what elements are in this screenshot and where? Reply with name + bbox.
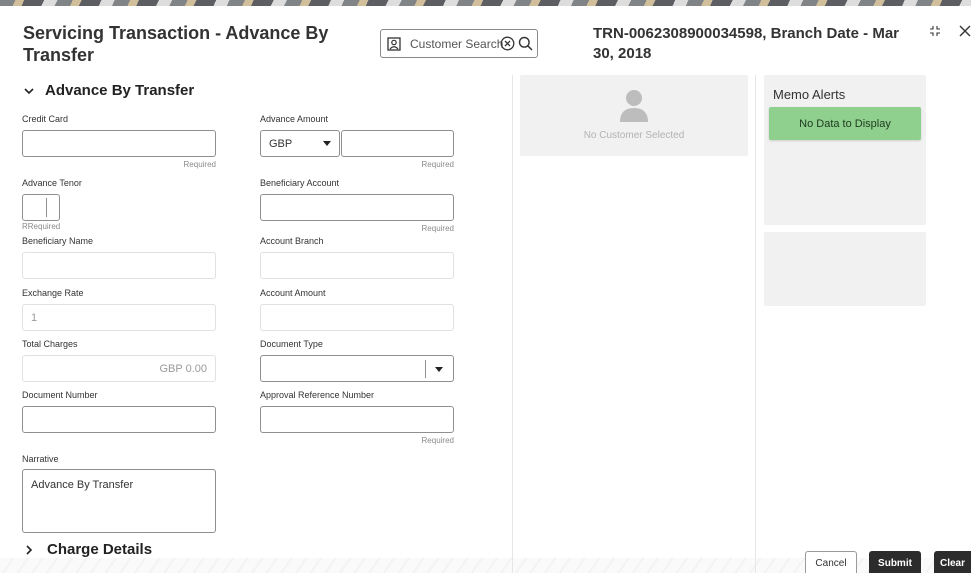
credit-card-label: Credit Card bbox=[22, 114, 69, 124]
approval-reference-number-label: Approval Reference Number bbox=[260, 390, 375, 400]
clear-circle-icon[interactable] bbox=[500, 36, 515, 51]
advance-tenor-input[interactable] bbox=[22, 194, 60, 221]
credit-card-required: Required bbox=[183, 160, 216, 169]
account-branch-label: Account Branch bbox=[260, 236, 324, 246]
document-type-select[interactable] bbox=[260, 355, 454, 382]
currency-value: GBP bbox=[269, 137, 293, 150]
account-branch-input bbox=[260, 252, 454, 279]
chevron-right-icon bbox=[26, 544, 33, 555]
document-type-label: Document Type bbox=[260, 339, 323, 349]
transaction-reference: TRN-0062308900034598, Branch Date - Mar … bbox=[593, 25, 899, 62]
servicing-transaction-screen: Servicing Transaction - Advance By Trans… bbox=[0, 0, 971, 573]
submit-button[interactable]: Submit bbox=[869, 551, 921, 573]
minimize-icon[interactable] bbox=[928, 24, 942, 38]
tenor-divider bbox=[46, 198, 47, 217]
panel-divider bbox=[512, 75, 513, 573]
beneficiary-account-input[interactable] bbox=[260, 194, 454, 221]
chevron-down-icon bbox=[24, 87, 34, 94]
customer-search-input[interactable]: Customer Search bbox=[380, 29, 538, 58]
currency-select[interactable]: GBP bbox=[260, 130, 340, 157]
customer-avatar-icon bbox=[620, 90, 648, 122]
approval-reference-number-input[interactable] bbox=[260, 406, 454, 433]
cancel-button[interactable]: Cancel bbox=[805, 551, 857, 573]
no-customer-text: No Customer Selected bbox=[583, 130, 685, 141]
panel-divider bbox=[755, 75, 756, 573]
dropdown-caret-icon bbox=[323, 141, 331, 146]
advance-amount-label: Advance Amount bbox=[260, 114, 329, 124]
beneficiary-account-label: Beneficiary Account bbox=[260, 178, 340, 188]
secondary-info-panel bbox=[764, 232, 926, 306]
close-icon[interactable] bbox=[958, 24, 971, 38]
beneficiary-name-input bbox=[22, 252, 216, 279]
account-amount-input bbox=[260, 304, 454, 331]
exchange-rate-input: 1 bbox=[22, 304, 216, 331]
section-header-charge-details[interactable]: Charge Details bbox=[23, 541, 152, 558]
page-title: Servicing Transaction - Advance By Trans… bbox=[23, 23, 329, 65]
total-charges-label: Total Charges bbox=[22, 339, 78, 349]
customer-search-placeholder: Customer Search bbox=[410, 36, 504, 51]
account-amount-label: Account Amount bbox=[260, 288, 326, 298]
beneficiary-account-required: Required bbox=[421, 224, 454, 233]
narrative-label: Narrative bbox=[22, 454, 59, 464]
approval-reference-number-required: Required bbox=[421, 436, 454, 445]
dropdown-caret-icon bbox=[435, 367, 443, 372]
narrative-textarea[interactable]: Advance By Transfer bbox=[22, 469, 216, 533]
memo-empty-message: No Data to Display bbox=[769, 107, 921, 140]
advance-tenor-label: Advance Tenor bbox=[22, 178, 82, 188]
advance-amount-input[interactable] bbox=[341, 130, 454, 157]
search-icon[interactable] bbox=[518, 36, 533, 51]
memo-alerts-title: Memo Alerts bbox=[773, 87, 846, 102]
beneficiary-name-label: Beneficiary Name bbox=[22, 236, 94, 246]
document-number-input[interactable] bbox=[22, 406, 216, 433]
total-charges-input: GBP 0.00 bbox=[22, 355, 216, 382]
user-search-icon bbox=[387, 36, 401, 51]
clear-button[interactable]: Clear bbox=[934, 551, 971, 573]
memo-alerts-panel: Memo Alerts No Data to Display bbox=[764, 75, 926, 225]
customer-info-panel: No Customer Selected bbox=[520, 75, 748, 156]
section-header-advance-by-transfer[interactable]: Advance By Transfer bbox=[23, 82, 194, 99]
advance-amount-required: Required bbox=[421, 160, 454, 169]
select-divider bbox=[425, 360, 426, 378]
charge-details-title: Charge Details bbox=[47, 541, 153, 558]
advance-tenor-required: RRequired bbox=[22, 222, 61, 231]
section-title: Advance By Transfer bbox=[45, 82, 195, 99]
exchange-rate-label: Exchange Rate bbox=[22, 288, 84, 298]
credit-card-input[interactable] bbox=[22, 130, 216, 157]
document-number-label: Document Number bbox=[22, 390, 98, 400]
header-decoration bbox=[0, 0, 971, 6]
